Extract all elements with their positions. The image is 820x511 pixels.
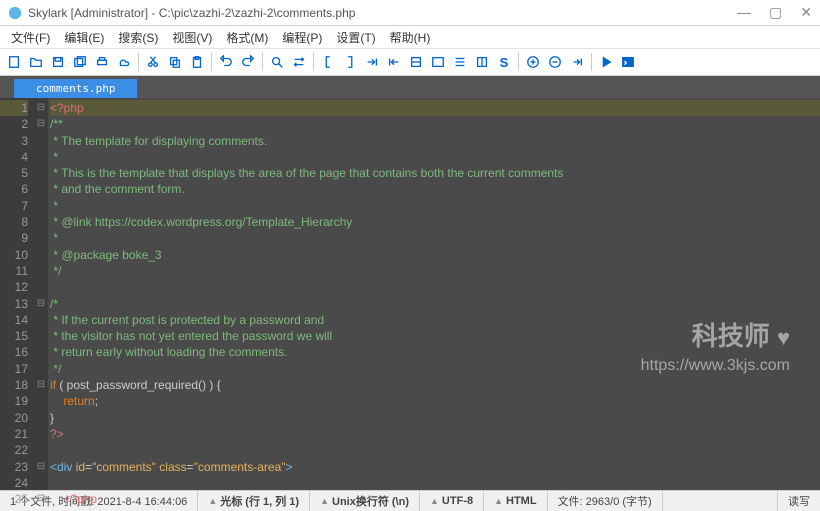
line-numbers: 1234567891011121314151617181920212223242… — [0, 98, 34, 490]
bracket-right-icon[interactable] — [340, 52, 360, 72]
titlebar: Skylark [Administrator] - C:\pic\zazhi-2… — [0, 0, 820, 26]
window-controls: — ▢ ✕ — [737, 4, 812, 21]
wrap-icon[interactable] — [406, 52, 426, 72]
print-icon[interactable] — [92, 52, 112, 72]
cut-icon[interactable] — [143, 52, 163, 72]
menu-item[interactable]: 帮助(H) — [383, 29, 438, 46]
copy-icon[interactable] — [165, 52, 185, 72]
tabbar: comments.php — [0, 76, 820, 98]
bracket-left-icon[interactable] — [318, 52, 338, 72]
zoom-in-icon[interactable] — [523, 52, 543, 72]
zoom-out-icon[interactable] — [545, 52, 565, 72]
menu-item[interactable]: 搜索(S) — [111, 29, 165, 46]
fullscreen-icon[interactable] — [428, 52, 448, 72]
run-icon[interactable] — [596, 52, 616, 72]
maximize-button[interactable]: ▢ — [769, 4, 782, 21]
menubar: 文件(F)编辑(E)搜索(S)视图(V)格式(M)编程(P)设置(T)帮助(H) — [0, 26, 820, 48]
forward-icon[interactable] — [567, 52, 587, 72]
snippet-icon[interactable]: S — [494, 52, 514, 72]
app-icon — [8, 6, 22, 20]
menu-item[interactable]: 设置(T) — [329, 29, 382, 46]
menu-item[interactable]: 编辑(E) — [57, 29, 111, 46]
window-title: Skylark [Administrator] - C:\pic\zazhi-2… — [28, 6, 737, 20]
fold-column: ⊟⊟⊟⊟⊟⊟ — [34, 98, 48, 490]
save-icon[interactable] — [48, 52, 68, 72]
code-area[interactable]: <?php/** * The template for displaying c… — [48, 98, 820, 490]
tab-active[interactable]: comments.php — [14, 79, 137, 98]
menu-item[interactable]: 视图(V) — [165, 29, 219, 46]
toolbar: S — [0, 48, 820, 76]
watermark: 科技师 ♥ https://www.3kjs.com — [641, 316, 790, 375]
menu-item[interactable]: 格式(M) — [219, 29, 275, 46]
cloud-icon[interactable] — [114, 52, 134, 72]
heart-icon: ♥ — [777, 325, 790, 351]
replace-icon[interactable] — [289, 52, 309, 72]
close-button[interactable]: ✕ — [800, 4, 812, 21]
search-icon[interactable] — [267, 52, 287, 72]
undo-icon[interactable] — [216, 52, 236, 72]
untab-icon[interactable] — [384, 52, 404, 72]
redo-icon[interactable] — [238, 52, 258, 72]
menu-item[interactable]: 文件(F) — [4, 29, 57, 46]
list-icon[interactable] — [450, 52, 470, 72]
terminal-icon[interactable] — [618, 52, 638, 72]
open-file-icon[interactable] — [26, 52, 46, 72]
editor[interactable]: 1234567891011121314151617181920212223242… — [0, 98, 820, 490]
bookmark-icon[interactable] — [472, 52, 492, 72]
tab-icon[interactable] — [362, 52, 382, 72]
minimize-button[interactable]: — — [737, 4, 751, 21]
paste-icon[interactable] — [187, 52, 207, 72]
save-all-icon[interactable] — [70, 52, 90, 72]
menu-item[interactable]: 编程(P) — [275, 29, 329, 46]
new-file-icon[interactable] — [4, 52, 24, 72]
